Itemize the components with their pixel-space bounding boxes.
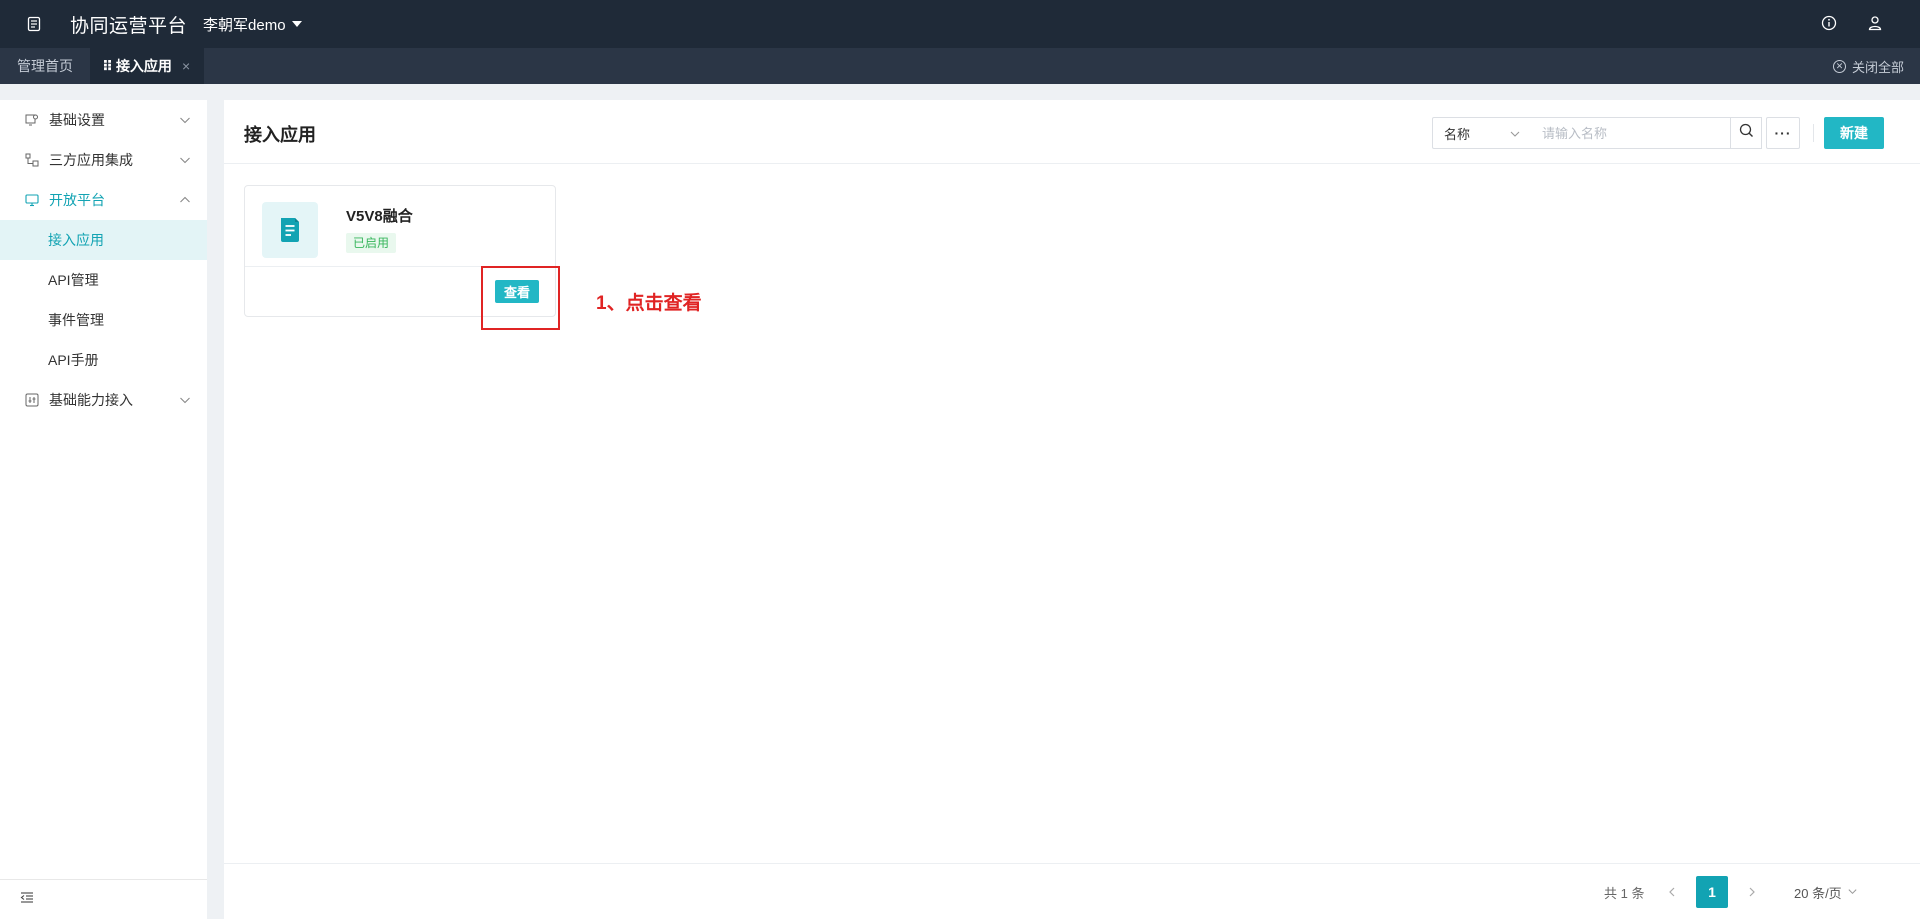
page-1-button[interactable]: 1 (1696, 876, 1728, 908)
app-doc-icon (262, 202, 318, 258)
chevron-down-icon (1847, 885, 1858, 900)
divider (1813, 124, 1814, 142)
highlight-box (481, 266, 560, 330)
app-name: V5V8融合 (346, 208, 413, 225)
topbar-actions (1818, 12, 1886, 34)
user-icon[interactable] (1864, 12, 1886, 34)
monitor-icon (24, 192, 40, 208)
sidebar: 基础设置 三方应用集成 开放平台 接入应用 API管理 事件管理 API手册 基… (0, 100, 207, 919)
tab-label: 接入应用 (115, 58, 172, 74)
filter-selected-value: 名称 (1444, 126, 1471, 142)
sidebar-item-event-management[interactable]: 事件管理 (0, 300, 207, 340)
top-bar: 协同运营平台 李朝军demo (0, 0, 1920, 48)
sidebar-group-basic-capability[interactable]: 基础能力接入 (0, 380, 207, 420)
page-header: 接入应用 名称 ··· 新建 (224, 100, 1920, 164)
search-input[interactable] (1531, 117, 1731, 149)
sidebar-item-access-apps[interactable]: 接入应用 (0, 220, 207, 260)
page-size-value: 20 条/页 (1794, 886, 1842, 901)
chevron-down-icon (179, 113, 191, 129)
total-count: 共 1 条 (1604, 886, 1645, 901)
prev-page-button[interactable] (1662, 882, 1682, 902)
main-panel: 接入应用 名称 ··· 新建 V5V8融合 已启用 查看 1、点击查看 共 1 … (224, 100, 1920, 919)
sidebar-group-label: 基础能力接入 (49, 392, 133, 408)
tab-label: 管理首页 (17, 58, 73, 74)
app-title: 协同运营平台 (70, 15, 188, 37)
sidebar-group-third-party[interactable]: 三方应用集成 (0, 140, 207, 180)
tab-access-apps[interactable]: ⠿ 接入应用 × (90, 48, 205, 84)
chevron-down-icon (179, 153, 191, 169)
page-title: 接入应用 (244, 125, 316, 145)
user-name: 李朝军demo (203, 16, 286, 34)
new-button[interactable]: 新建 (1824, 117, 1884, 149)
sidebar-group-label: 基础设置 (49, 112, 105, 128)
sidebar-collapse-button[interactable] (0, 879, 207, 919)
indent-icon (20, 890, 34, 909)
drag-handle-icon[interactable]: ⠿ (102, 58, 113, 75)
doc-icon[interactable] (24, 14, 44, 34)
page-size-select[interactable]: 20 条/页 (1794, 883, 1858, 902)
pagination: 共 1 条 1 20 条/页 (224, 863, 1920, 919)
close-all-button[interactable]: ✕ 关闭全部 (1832, 48, 1904, 84)
sidebar-item-api-management[interactable]: API管理 (0, 260, 207, 300)
tab-bar: 管理首页 ⠿ 接入应用 × ✕ 关闭全部 (0, 48, 1920, 84)
sidebar-group-open-platform[interactable]: 开放平台 (0, 180, 207, 220)
sidebar-group-label: 三方应用集成 (49, 152, 133, 168)
capability-icon (24, 392, 40, 408)
integration-icon (24, 152, 40, 168)
tab-home[interactable]: 管理首页 (0, 48, 90, 84)
caret-down-icon (291, 21, 302, 27)
filter-field-select[interactable]: 名称 (1432, 117, 1532, 149)
sidebar-group-basic-settings[interactable]: 基础设置 (0, 100, 207, 140)
search-button[interactable] (1730, 117, 1762, 149)
annotation-text: 1、点击查看 (596, 293, 702, 314)
close-icon[interactable]: × (182, 58, 190, 74)
next-page-button[interactable] (1742, 882, 1762, 902)
chevron-down-icon (179, 393, 191, 409)
more-button[interactable]: ··· (1766, 117, 1800, 149)
search-icon (1739, 123, 1754, 143)
sidebar-group-label: 开放平台 (49, 192, 105, 208)
user-switcher[interactable]: 李朝军demo (203, 14, 302, 35)
settings-icon (24, 112, 40, 128)
status-badge: 已启用 (346, 233, 397, 253)
close-all-label: 关闭全部 (1851, 59, 1904, 75)
close-circle-icon: ✕ (1832, 59, 1846, 73)
info-icon[interactable] (1818, 12, 1840, 34)
sidebar-item-api-manual[interactable]: API手册 (0, 340, 207, 380)
chevron-up-icon (179, 193, 191, 209)
chevron-down-icon (1509, 128, 1521, 143)
